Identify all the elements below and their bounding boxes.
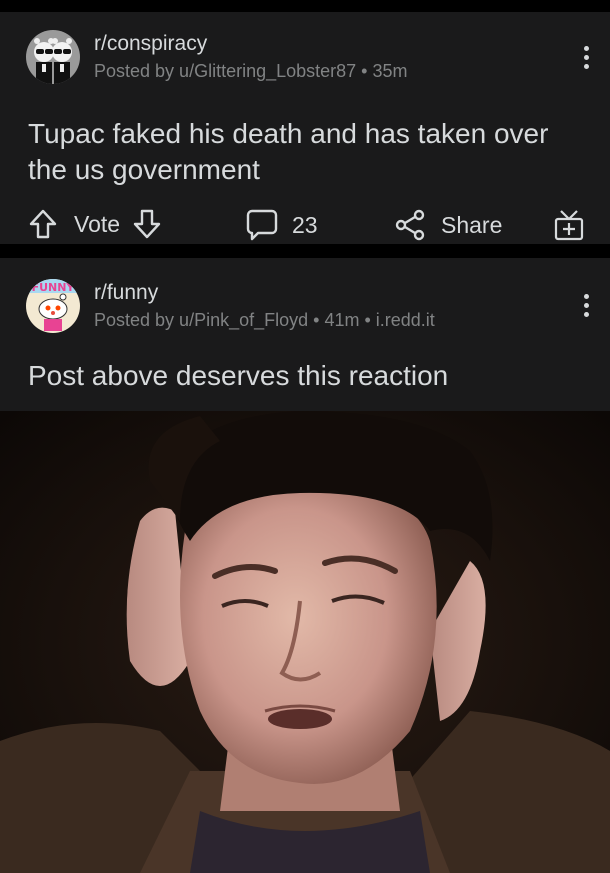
vote-group: Vote	[28, 208, 162, 240]
reaction-face-image	[0, 411, 610, 873]
share-label: Share	[441, 211, 503, 238]
post-header: r/conspiracy Posted by u/Glittering_Lobs…	[26, 29, 408, 85]
award-button[interactable]	[553, 208, 585, 242]
separator-dot: •	[313, 310, 320, 330]
subreddit-name[interactable]: r/funny	[94, 280, 435, 306]
post-image[interactable]	[0, 411, 610, 873]
post-age: 35m	[372, 61, 408, 81]
post-byline: Posted by u/Pink_of_Floyd • 41m • i.redd.it	[94, 308, 435, 332]
post-title[interactable]: Tupac faked his death and has taken over…	[28, 116, 568, 188]
vote-label: Vote	[74, 210, 121, 237]
comment-count: 23	[292, 211, 318, 238]
kebab-menu-icon[interactable]	[584, 294, 590, 321]
subreddit-avatar-conspiracy[interactable]	[26, 30, 80, 84]
post-byline: Posted by u/Glittering_Lobster87 • 35m	[94, 59, 408, 83]
gift-icon	[554, 210, 584, 241]
post-age: 41m	[324, 310, 360, 330]
top-gap	[0, 0, 610, 12]
author-link[interactable]: Posted by u/Pink_of_Floyd	[94, 310, 308, 330]
subreddit-avatar-funny[interactable]: FUNNY	[26, 279, 80, 333]
post-meta: r/conspiracy Posted by u/Glittering_Lobs…	[94, 31, 408, 83]
share-icon	[395, 209, 425, 241]
author-link[interactable]: Posted by u/Glittering_Lobster87	[94, 61, 356, 81]
comments-button[interactable]: 23	[246, 208, 318, 242]
separator-dot: •	[364, 310, 371, 330]
post-card-conspiracy[interactable]: r/conspiracy Posted by u/Glittering_Lobs…	[0, 12, 610, 244]
separator-dot: •	[361, 61, 368, 81]
post-card-funny[interactable]: FUNNY r/funny Posted by u/Pink_of_Floyd •…	[0, 258, 610, 411]
post-actions: Vote 23 Share	[0, 200, 610, 256]
kebab-menu-icon[interactable]	[584, 46, 590, 73]
post-meta: r/funny Posted by u/Pink_of_Floyd • 41m • i.…	[94, 280, 435, 332]
arrow-up-icon[interactable]	[28, 208, 58, 240]
subreddit-name[interactable]: r/conspiracy	[94, 31, 408, 57]
post-domain[interactable]: i.redd.it	[376, 310, 435, 330]
comment-bubble-icon	[246, 209, 278, 241]
share-button[interactable]: Share	[395, 208, 502, 242]
post-title[interactable]: Post above deserves this reaction	[28, 358, 448, 394]
svg-text:FUNNY: FUNNY	[32, 281, 76, 294]
arrow-down-icon[interactable]	[132, 208, 162, 240]
post-header: FUNNY r/funny Posted by u/Pink_of_Floyd •…	[26, 278, 435, 334]
